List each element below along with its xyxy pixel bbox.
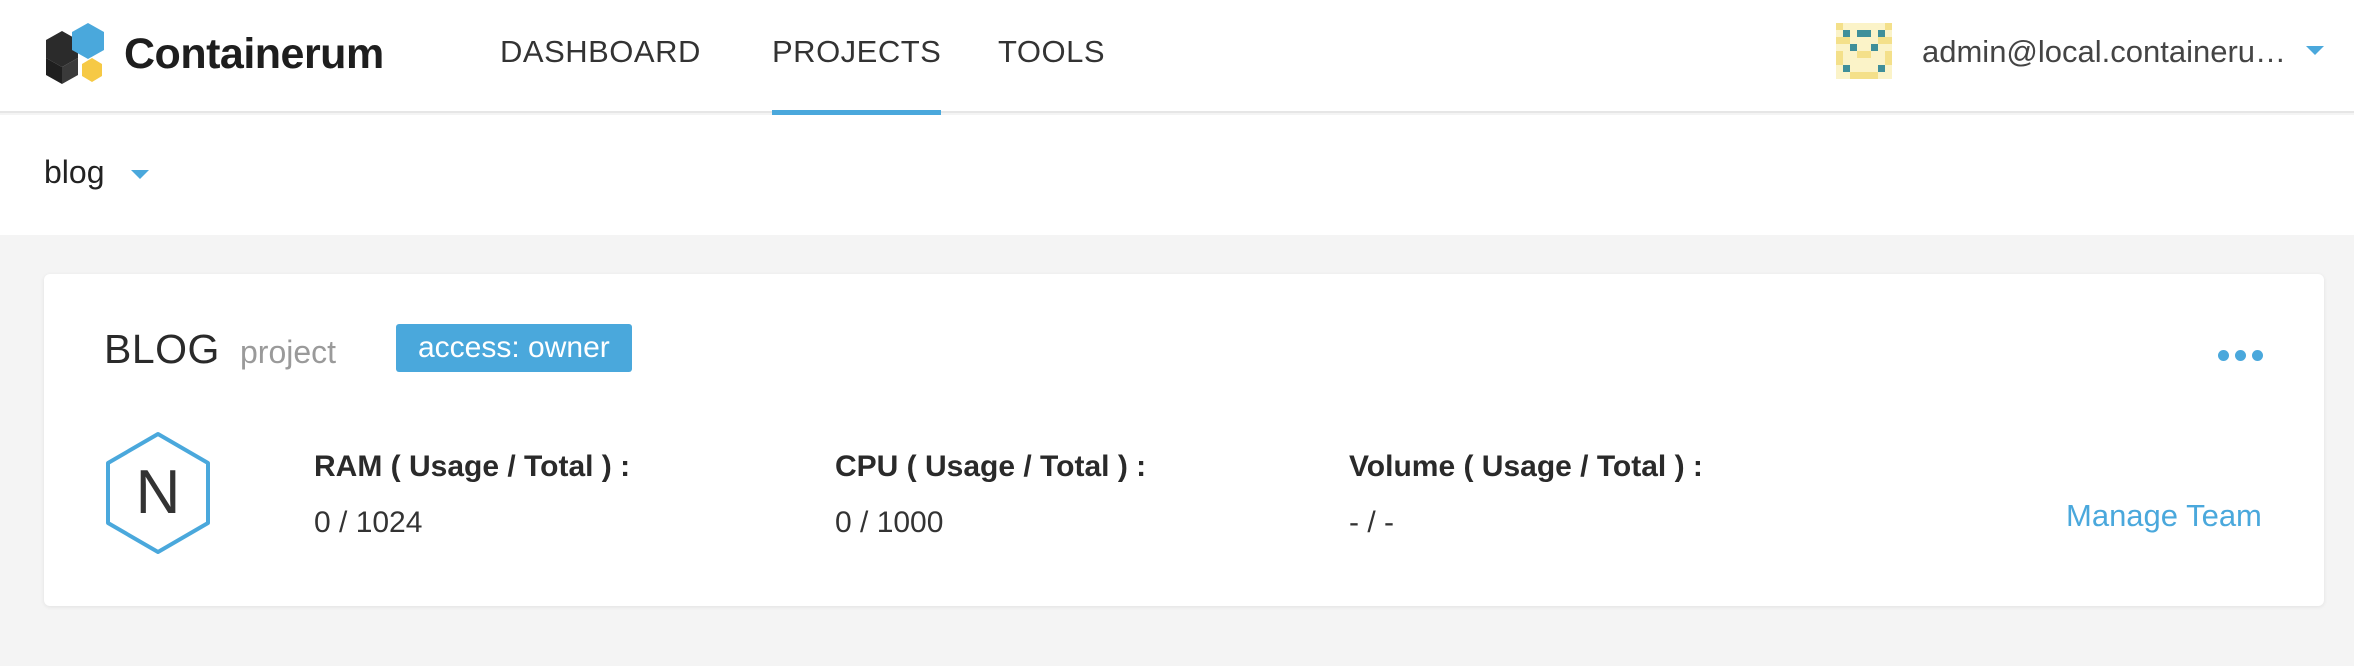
user-email[interactable]: admin@local.containerum.io	[1922, 0, 2298, 103]
project-card: BLOG project access: owner N RAM ( Usage…	[44, 274, 2324, 606]
chevron-down-icon	[130, 170, 149, 179]
nav-projects[interactable]: PROJECTS	[772, 0, 942, 115]
brand-name: Containerum	[124, 29, 384, 78]
nav-tools[interactable]: TOOLS	[998, 0, 1105, 113]
project-title: BLOG	[104, 326, 220, 372]
access-badge: access: owner	[396, 324, 632, 372]
project-icon-letter: N	[135, 458, 181, 527]
user-avatar[interactable]	[1836, 23, 1892, 79]
cpu-stat-value: 0 / 1000	[835, 506, 944, 539]
ram-stat-label: RAM ( Usage / Total ) :	[314, 450, 631, 483]
project-selector-value: blog	[44, 154, 105, 190]
project-subbar	[0, 115, 2354, 235]
volume-stat: Volume ( Usage / Total ) : - / -	[1349, 450, 1703, 540]
containerum-logo-icon	[46, 23, 104, 84]
ram-stat: RAM ( Usage / Total ) : 0 / 1024	[314, 450, 630, 540]
ram-stat-value: 0 / 1024	[314, 506, 423, 539]
project-selector[interactable]: blog	[44, 154, 149, 191]
project-type-label: project	[240, 334, 337, 370]
nav-dashboard[interactable]: DASHBOARD	[500, 0, 701, 113]
manage-team-link[interactable]: Manage Team	[2066, 498, 2262, 534]
top-navbar: Containerum DASHBOARD PROJECTS TOOLS adm…	[0, 0, 2354, 115]
volume-stat-label: Volume ( Usage / Total ) :	[1349, 450, 1703, 483]
user-menu-caret-icon[interactable]	[2306, 46, 2324, 55]
brand-logo[interactable]: Containerum	[42, 22, 384, 86]
cpu-stat: CPU ( Usage / Total ) : 0 / 1000	[835, 450, 1146, 540]
cpu-stat-label: CPU ( Usage / Total ) :	[835, 450, 1147, 483]
volume-stat-value: - / -	[1349, 506, 1394, 539]
more-options-icon[interactable]	[2218, 350, 2263, 361]
